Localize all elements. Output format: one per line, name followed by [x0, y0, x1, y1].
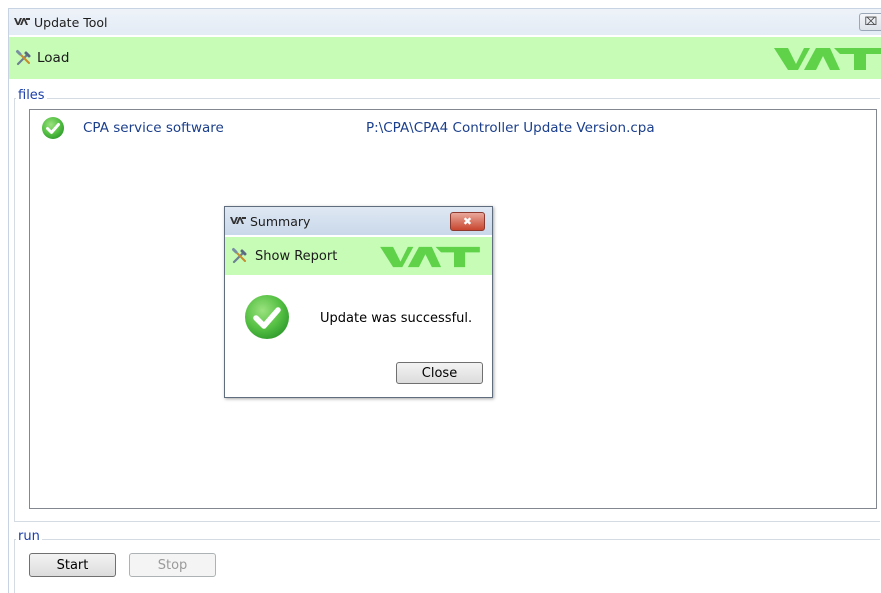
main-toolbar: Load: [9, 37, 881, 79]
check-circle-icon: [42, 117, 64, 139]
success-message: Update was successful.: [320, 311, 473, 326]
files-group-border: [14, 98, 880, 99]
success-check-icon: [245, 295, 289, 339]
vat-logo: [774, 48, 881, 70]
vat-app-icon: [14, 18, 30, 25]
stop-button[interactable]: Stop: [129, 553, 216, 577]
run-group-left-border: [14, 539, 15, 593]
dialog-titlebar[interactable]: Summary ✖: [225, 207, 492, 235]
tools-icon[interactable]: [231, 247, 249, 265]
window-titlebar[interactable]: Update Tool ⌧: [9, 9, 881, 35]
close-button[interactable]: Close: [396, 362, 483, 384]
files-group-bottom-border: [14, 521, 880, 522]
dialog-close-icon[interactable]: ✖: [450, 212, 485, 231]
window-close-button[interactable]: ⌧: [859, 13, 881, 31]
load-button[interactable]: Load: [37, 50, 69, 66]
run-group-border: [14, 539, 880, 540]
files-group-left-border: [14, 98, 15, 521]
window-title: Update Tool: [34, 14, 108, 30]
file-path: P:\CPA\CPA4 Controller Update Version.cp…: [366, 120, 655, 136]
dialog-title: Summary: [250, 213, 311, 229]
start-button[interactable]: Start: [29, 553, 116, 577]
show-report-button[interactable]: Show Report: [255, 249, 337, 264]
summary-dialog: Summary ✖ Show Report Update was success…: [224, 206, 493, 398]
vat-logo: [380, 246, 480, 268]
list-item[interactable]: CPA service software P:\CPA\CPA4 Control…: [30, 110, 876, 142]
file-name: CPA service software: [83, 120, 224, 136]
run-group-label: run: [16, 529, 42, 544]
dialog-toolbar: Show Report: [225, 237, 492, 275]
files-group-label: files: [16, 88, 47, 103]
tools-icon[interactable]: [15, 49, 33, 67]
vat-app-icon: [230, 217, 246, 224]
